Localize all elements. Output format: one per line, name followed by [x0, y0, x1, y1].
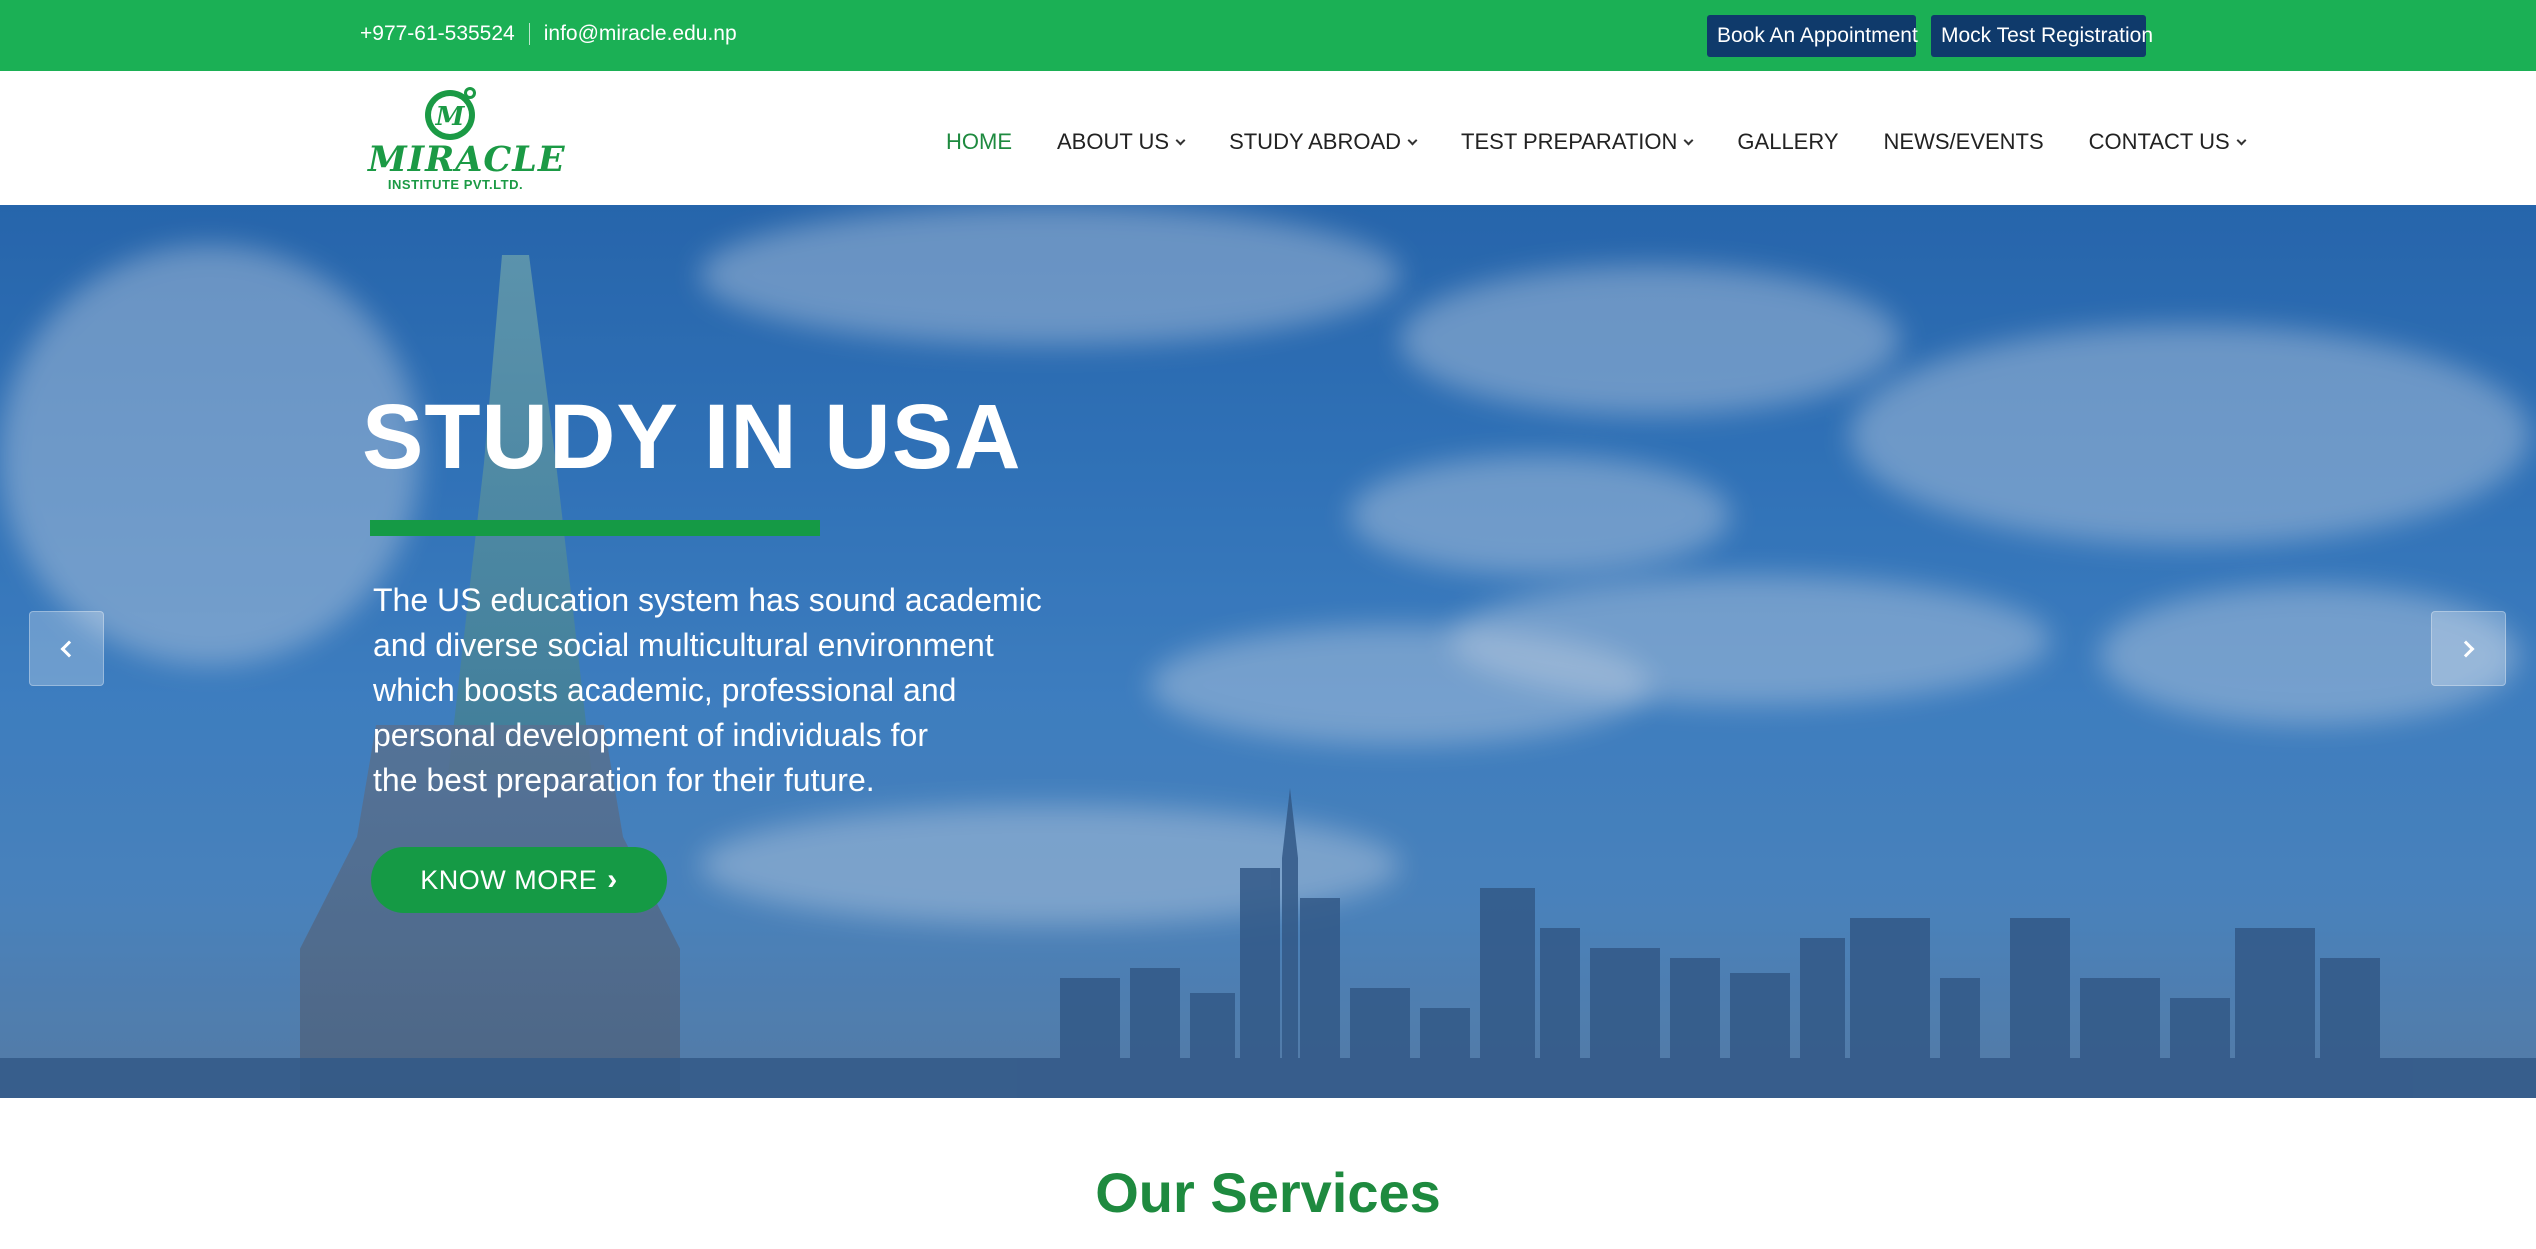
contact-info: +977-61-535524 info@miracle.edu.np [360, 22, 737, 46]
svg-text:M: M [435, 102, 466, 132]
logo-subtitle: INSTITUTE PVT.LTD. [387, 177, 524, 192]
nav-item-label: NEWS/EVENTS [1883, 129, 2044, 154]
hero-title-underline [370, 520, 820, 536]
nav-item-study-abroad[interactable]: STUDY ABROAD [1229, 129, 1418, 155]
chevron-down-icon [2236, 135, 2247, 145]
top-bar: +977-61-535524 info@miracle.edu.np Book … [0, 0, 2536, 71]
main-nav: HOME ABOUT US STUDY ABROAD TEST PREPARAT… [946, 127, 2247, 157]
logo[interactable]: M MIRACLE INSTITUTE PVT.LTD. [368, 83, 566, 193]
nav-item-news-events[interactable]: NEWS/EVENTS [1884, 129, 2044, 155]
nav-item-label: GALLERY [1737, 129, 1839, 154]
site-header: M MIRACLE INSTITUTE PVT.LTD. HOME ABOUT … [0, 71, 2536, 205]
nav-item-label: TEST PREPARATION [1461, 129, 1678, 154]
chevron-down-icon [1175, 135, 1186, 145]
mock-test-registration-button[interactable]: Mock Test Registration [1931, 15, 2153, 57]
chevron-right-icon: › [607, 863, 618, 896]
phone-number[interactable]: +977-61-535524 [360, 22, 515, 46]
know-more-button[interactable]: KNOW MORE › [371, 847, 667, 913]
nav-item-contact-us[interactable]: CONTACT US [2088, 129, 2247, 155]
know-more-label: KNOW MORE [420, 864, 598, 895]
nav-item-label: STUDY ABROAD [1229, 129, 1402, 154]
divider [528, 23, 530, 45]
logo-mark-icon: M [425, 87, 476, 140]
hero-text-line: the best preparation for their future. [373, 762, 875, 798]
nav-item-home[interactable]: HOME [946, 129, 1012, 155]
chevron-left-icon [60, 640, 78, 657]
logo-name: MIRACLE [368, 139, 566, 180]
services-heading: Our Services [1095, 1161, 1441, 1224]
nav-item-label: ABOUT US [1057, 129, 1170, 154]
nav-item-gallery[interactable]: GALLERY [1737, 129, 1838, 155]
hero-title: STUDY IN USA [362, 386, 1022, 488]
nav-item-about-us[interactable]: ABOUT US [1057, 129, 1186, 155]
chevron-right-icon [2457, 640, 2475, 657]
carousel-prev-button[interactable] [29, 611, 104, 686]
hero-text-line: and diverse social multicultural environ… [373, 627, 994, 663]
email-link[interactable]: info@miracle.edu.np [544, 22, 737, 46]
nav-item-label: CONTACT US [2088, 129, 2230, 154]
hero-text-line: The US education system has sound academ… [373, 582, 1042, 618]
nav-item-label: HOME [946, 129, 1012, 154]
hero-text-line: which boosts academic, professional and [373, 672, 957, 708]
hero-slider: STUDY IN USA The US education system has… [0, 205, 2536, 1098]
book-appointment-button[interactable]: Book An Appointment [1707, 15, 1918, 57]
hero-description: The US education system has sound academ… [373, 578, 1093, 803]
carousel-next-button[interactable] [2431, 611, 2506, 686]
nav-item-test-preparation[interactable]: TEST PREPARATION [1461, 129, 1694, 155]
chevron-down-icon [1407, 135, 1418, 145]
chevron-down-icon [1683, 135, 1694, 145]
hero-text-line: personal development of individuals for [373, 717, 928, 753]
